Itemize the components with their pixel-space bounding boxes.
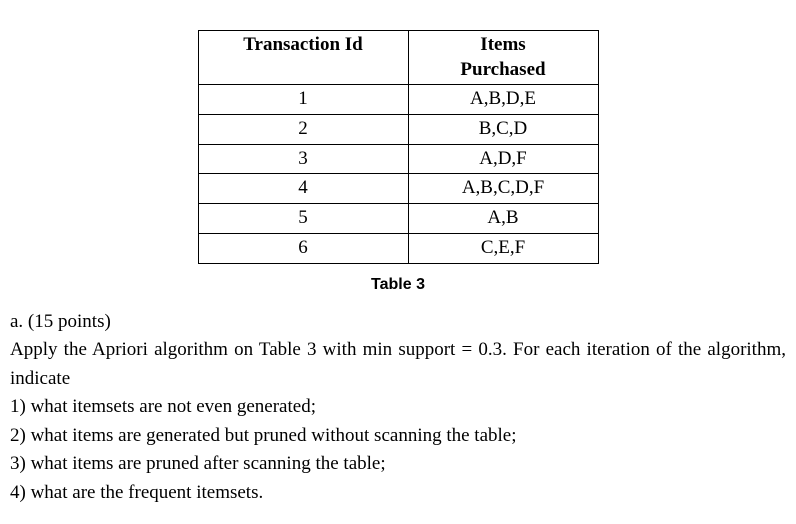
transactions-table: Transaction Id Items Purchased 1 A,B,D,E… — [198, 30, 599, 264]
cell-items: A,D,F — [408, 144, 598, 174]
question-item-4: 4) what are the frequent itemsets. — [10, 479, 786, 508]
cell-tid: 5 — [198, 204, 408, 234]
table-row: 2 B,C,D — [198, 115, 598, 145]
cell-tid: 1 — [198, 85, 408, 115]
question-block: a. (15 points) Apply the Apriori algorit… — [10, 308, 786, 508]
cell-items: A,B,D,E — [408, 85, 598, 115]
question-item-2: 2) what items are generated but pruned w… — [10, 422, 786, 451]
header-transaction-id: Transaction Id — [198, 31, 408, 85]
cell-tid: 3 — [198, 144, 408, 174]
table-header-row: Transaction Id Items Purchased — [198, 31, 598, 85]
table-row: 6 C,E,F — [198, 233, 598, 263]
table-row: 1 A,B,D,E — [198, 85, 598, 115]
header-items-purchased: Items Purchased — [408, 31, 598, 85]
table-row: 3 A,D,F — [198, 144, 598, 174]
table-wrapper: Transaction Id Items Purchased 1 A,B,D,E… — [10, 30, 786, 264]
cell-items: C,E,F — [408, 233, 598, 263]
header-items-purchased-line2: Purchased — [460, 59, 545, 80]
cell-tid: 2 — [198, 115, 408, 145]
table-caption: Table 3 — [10, 276, 786, 294]
question-part-label: a. (15 points) — [10, 308, 786, 337]
table-row: 4 A,B,C,D,F — [198, 174, 598, 204]
question-intro: Apply the Apriori algorithm on Table 3 w… — [10, 336, 786, 393]
cell-items: B,C,D — [408, 115, 598, 145]
header-items-purchased-line1: Items — [480, 34, 525, 55]
cell-items: A,B,C,D,F — [408, 174, 598, 204]
question-item-1: 1) what itemsets are not even generated; — [10, 393, 786, 422]
cell-tid: 6 — [198, 233, 408, 263]
cell-tid: 4 — [198, 174, 408, 204]
header-transaction-id-label: Transaction Id — [243, 34, 362, 55]
table-row: 5 A,B — [198, 204, 598, 234]
cell-items: A,B — [408, 204, 598, 234]
question-item-3: 3) what items are pruned after scanning … — [10, 450, 786, 479]
